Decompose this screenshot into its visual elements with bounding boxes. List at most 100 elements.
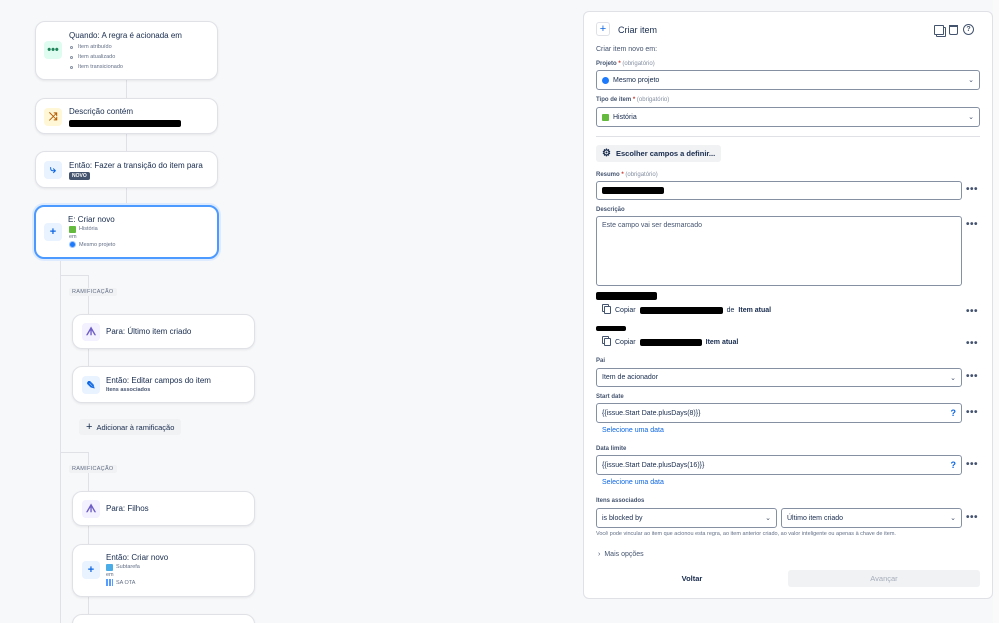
connector (60, 259, 61, 623)
copy-field-row: Copiar de Item atual (604, 306, 771, 314)
add-to-branch-button[interactable]: + Adicionar à ramificação (79, 419, 182, 435)
branch-for-card[interactable]: ᗑ Para: Filhos (72, 491, 255, 526)
copy-icon (604, 338, 611, 346)
more-icon[interactable]: ••• (966, 220, 978, 230)
help-icon[interactable]: ? (951, 408, 957, 418)
project-icon (69, 241, 76, 248)
more-icon[interactable]: ••• (966, 339, 978, 349)
issue-type-select[interactable]: História ⌄ (596, 107, 980, 127)
parent-select[interactable]: Item de acionador ⌄ (596, 368, 962, 387)
choose-fields-button[interactable]: ⚙ Escolher campos a definir... (596, 145, 722, 162)
edit-sub: Itens associados (106, 387, 151, 393)
transition-title: Então: Fazer a transição do item para (69, 161, 203, 170)
trigger-card[interactable]: ••• Quando: A regra é acionada em Item a… (35, 21, 218, 80)
plus-icon: + (44, 223, 62, 241)
select-date-link[interactable]: Selecione uma data (602, 479, 664, 486)
plus-icon: + (596, 22, 610, 36)
redacted-text (596, 326, 626, 331)
create-project: Mesmo projeto (79, 242, 116, 248)
chevron-right-icon: › (598, 551, 601, 558)
trash-icon[interactable] (949, 24, 958, 35)
create-type: Subtarefa (116, 564, 140, 570)
rule-flow: ••• Quando: A regra é acionada em Item a… (0, 0, 300, 623)
next-button[interactable]: Avançar (788, 570, 980, 587)
help-icon[interactable]: ? (951, 460, 957, 470)
help-icon[interactable]: ? (963, 24, 974, 35)
link-target-select[interactable]: Último item criado ⌄ (781, 508, 962, 528)
connector (88, 526, 89, 545)
create-card[interactable]: + E: Criar novo História em Mesmo projet… (34, 205, 219, 259)
redacted-text (639, 306, 723, 314)
next-card[interactable] (72, 614, 255, 623)
connector (126, 187, 127, 206)
link-type-select[interactable]: is blocked by ⌄ (596, 508, 777, 528)
bullet-icon (70, 66, 73, 69)
create-subtask-card[interactable]: + Então: Criar novo Subtarefa em SA OTA (72, 544, 255, 597)
divider (596, 136, 980, 137)
more-icon[interactable]: ••• (966, 408, 978, 418)
add-to-branch-label: Adicionar à ramificação (96, 422, 175, 432)
more-icon[interactable]: ••• (966, 307, 978, 317)
panel-title: Criar item (618, 25, 658, 35)
more-icon[interactable]: ••• (966, 185, 978, 195)
create-subtask-title: Então: Criar novo (106, 553, 169, 562)
issue-type-label: Tipo de item * (obrigatório) (596, 97, 670, 103)
create-in: em (106, 572, 114, 578)
redacted-text (69, 120, 181, 127)
due-date-input[interactable]: {{issue.Start Date.plusDays(16)}} ? (596, 455, 962, 475)
linked-help-text: Você pode vincular ao item que acionou e… (596, 531, 896, 537)
copy-icon (604, 306, 611, 314)
connector (60, 275, 88, 276)
story-icon (602, 113, 609, 121)
back-button[interactable]: Voltar (596, 570, 788, 587)
bullet-icon (70, 56, 73, 59)
more-icon: ••• (44, 41, 62, 59)
transition-card[interactable]: ⤷ Então: Fazer a transição do item para … (35, 151, 218, 188)
bullet-icon (70, 46, 73, 49)
create-in: em (69, 234, 77, 240)
branch-for-card[interactable]: ᗑ Para: Último item criado (72, 314, 255, 349)
plus-icon: + (86, 421, 93, 433)
more-icon[interactable]: ••• (966, 372, 978, 382)
condition-card[interactable]: ⤨ Descrição contém (35, 98, 218, 134)
start-date-label: Start date (596, 394, 624, 400)
description-textarea[interactable]: Este campo vai ser desmarcado (596, 216, 962, 286)
project-select[interactable]: Mesmo projeto ⌄ (596, 70, 980, 90)
pencil-icon: ✎ (82, 376, 100, 394)
trigger-item: Item atribuído (78, 44, 112, 50)
select-date-link[interactable]: Selecione uma data (602, 427, 664, 434)
connector (126, 133, 127, 152)
summary-label: Resumo * (obrigatório) (596, 172, 658, 178)
edit-fields-card[interactable]: ✎ Então: Editar campos do item Itens ass… (72, 366, 255, 403)
start-date-input[interactable]: {{issue.Start Date.plusDays(8)}} ? (596, 403, 962, 423)
chevron-down-icon: ⌄ (765, 515, 771, 522)
status-badge: NOVO (69, 172, 90, 180)
trigger-title: Quando: A regra é acionada em (69, 31, 182, 40)
summary-input[interactable] (596, 181, 962, 200)
chevron-down-icon: ⌄ (968, 114, 974, 121)
chevron-down-icon: ⌄ (950, 374, 956, 382)
project-label: Projeto * (obrigatório) (596, 61, 655, 67)
connector (60, 452, 88, 453)
connector (88, 348, 89, 367)
hierarchy-icon: ᗑ (82, 500, 100, 518)
more-icon[interactable]: ••• (966, 513, 978, 523)
more-options-toggle[interactable]: › Mais opções (598, 551, 644, 558)
shuffle-icon: ⤨ (44, 108, 62, 126)
chevron-down-icon: ⌄ (950, 515, 956, 522)
transition-icon: ⤷ (44, 161, 62, 179)
more-icon[interactable]: ••• (966, 460, 978, 470)
gear-icon: ⚙ (602, 148, 611, 159)
scrollbar[interactable] (993, 0, 999, 623)
create-project: SA OTA (116, 580, 136, 586)
chevron-down-icon: ⌄ (968, 77, 974, 84)
edit-title: Então: Editar campos do item (106, 376, 211, 385)
branch-label: RAMIFICAÇÃO (69, 288, 117, 296)
project-icon (602, 76, 609, 84)
duplicate-icon[interactable] (934, 24, 944, 35)
issue-type-value: História (613, 113, 637, 121)
description-label: Descrição (596, 207, 625, 213)
trigger-item: Item atualizado (78, 54, 116, 60)
board-icon (106, 579, 113, 586)
redacted-text (602, 187, 664, 194)
